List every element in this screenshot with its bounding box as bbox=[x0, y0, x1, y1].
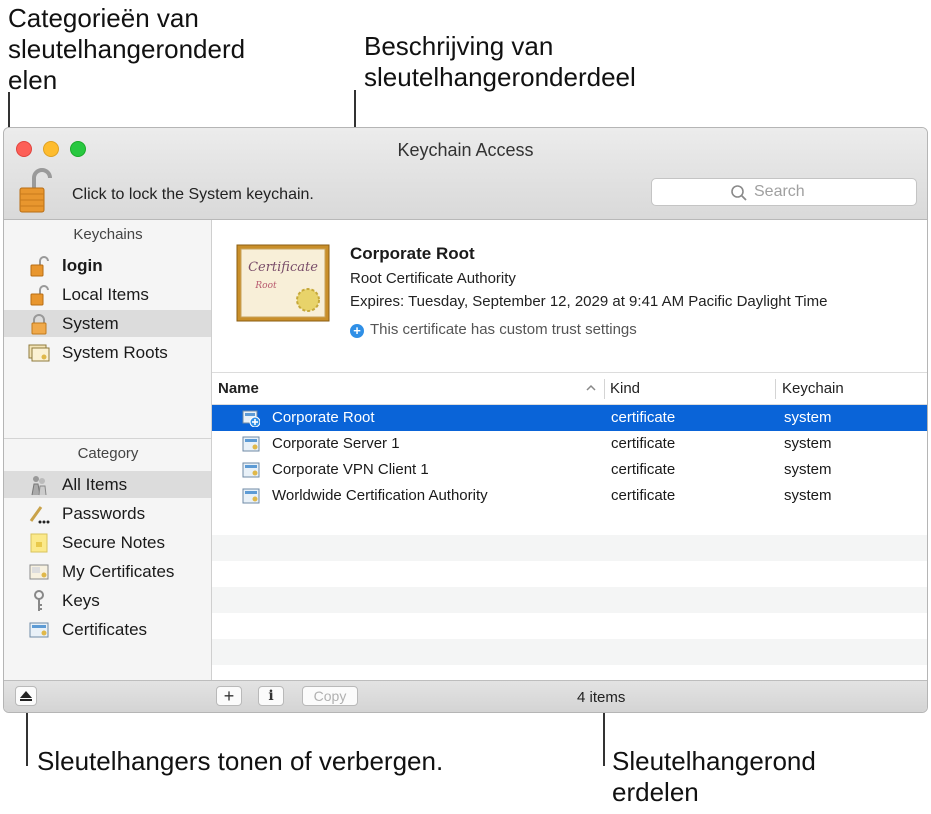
unlocked-padlock-icon bbox=[30, 285, 49, 306]
empty-row bbox=[212, 535, 927, 561]
callout-description: Beschrijving van sleutelhangeronderdeel bbox=[364, 31, 636, 92]
column-separator[interactable] bbox=[604, 379, 605, 399]
column-header-keychain[interactable]: Keychain bbox=[782, 380, 844, 397]
certificate-person-icon bbox=[29, 564, 49, 580]
key-icon bbox=[34, 590, 44, 611]
cell-keychain: system bbox=[784, 409, 832, 426]
sidebar-item-label: Certificates bbox=[62, 620, 148, 639]
sidebar-item-label: Secure Notes bbox=[62, 533, 165, 552]
toggle-keychains-button[interactable] bbox=[15, 686, 37, 706]
sidebar-item-local-items[interactable]: Local Items bbox=[4, 281, 211, 308]
cell-kind: certificate bbox=[611, 461, 676, 478]
items-table: Name Kind Keychain Corporate Root certif… bbox=[212, 372, 927, 680]
note-icon bbox=[30, 533, 48, 553]
cell-keychain: system bbox=[784, 435, 832, 452]
sidebar-item-label: System Roots bbox=[62, 343, 168, 362]
sidebar-item-label: All Items bbox=[62, 475, 128, 494]
unlocked-padlock-icon bbox=[30, 256, 49, 277]
sidebar-item-all-items[interactable]: All Items bbox=[4, 471, 211, 498]
sidebar-item-label: System bbox=[62, 314, 119, 333]
certificate-sub: Root bbox=[254, 281, 277, 291]
column-separator[interactable] bbox=[775, 379, 776, 399]
cell-kind: certificate bbox=[611, 409, 676, 426]
item-description-panel: Certificate Root Corporate Root Root Cer… bbox=[212, 220, 927, 372]
sidebar-item-label: My Certificates bbox=[62, 562, 175, 581]
trust-note: + This certificate has custom trust setti… bbox=[350, 321, 637, 338]
empty-row bbox=[212, 639, 927, 665]
certificate-icon bbox=[29, 622, 49, 638]
unlocked-padlock-icon[interactable] bbox=[18, 166, 54, 214]
eject-icon bbox=[20, 691, 32, 701]
table-row[interactable]: Corporate Server 1 certificate system bbox=[212, 431, 927, 457]
table-header: Name Kind Keychain bbox=[212, 372, 927, 405]
callout-line-toggle bbox=[26, 712, 28, 766]
empty-row bbox=[212, 587, 927, 613]
certificate-script: Certificate bbox=[248, 260, 318, 275]
search-icon bbox=[731, 185, 747, 201]
certificate-icon bbox=[242, 462, 260, 478]
sidebar-item-certificates[interactable]: Certificates bbox=[4, 616, 211, 643]
lock-status-text: Click to lock the System keychain. bbox=[72, 186, 314, 203]
sidebar-item-label: Passwords bbox=[62, 504, 146, 523]
sidebar: Keychains login Local Items System Syste… bbox=[4, 220, 212, 680]
certificate-icon bbox=[242, 436, 260, 452]
keychain-access-window: Keychain Access Click to lock the System… bbox=[3, 127, 928, 713]
search-field[interactable]: Search bbox=[651, 178, 917, 206]
cell-keychain: system bbox=[784, 487, 832, 504]
title-bar: Keychain Access Click to lock the System… bbox=[4, 128, 927, 220]
sidebar-item-system-roots[interactable]: System Roots bbox=[4, 339, 211, 366]
search-placeholder: Search bbox=[754, 183, 805, 200]
column-header-name[interactable]: Name bbox=[218, 380, 259, 397]
copy-button[interactable]: Copy bbox=[302, 686, 358, 706]
callout-toggle: Sleutelhangers tonen of verbergen. bbox=[37, 746, 444, 776]
keychains-header: Keychains bbox=[73, 226, 143, 243]
certificate-large-icon: Certificate Root bbox=[236, 244, 330, 322]
people-keys-icon bbox=[31, 476, 47, 496]
sidebar-item-label: login bbox=[62, 256, 103, 275]
cell-name: Worldwide Certification Authority bbox=[272, 487, 488, 504]
sidebar-item-my-certificates[interactable]: My Certificates bbox=[4, 558, 211, 585]
item-name: Corporate Root bbox=[350, 244, 475, 263]
callout-items: Sleutelhangerond erdelen bbox=[612, 746, 816, 807]
cell-kind: certificate bbox=[611, 487, 676, 504]
cell-name: Corporate Server 1 bbox=[272, 435, 400, 452]
item-count: 4 items bbox=[577, 689, 626, 706]
window-title: Keychain Access bbox=[397, 140, 534, 160]
cell-name: Corporate VPN Client 1 bbox=[272, 461, 429, 478]
sidebar-item-label: Keys bbox=[62, 591, 100, 610]
get-info-button[interactable]: i bbox=[258, 686, 284, 706]
sidebar-item-secure-notes[interactable]: Secure Notes bbox=[4, 529, 211, 556]
category-header: Category bbox=[77, 445, 139, 462]
callout-categories: Categorieën van sleutelhangeronderd elen bbox=[8, 3, 246, 95]
pen-dots-icon bbox=[29, 506, 50, 524]
sidebar-item-passwords[interactable]: Passwords bbox=[4, 500, 211, 527]
cell-keychain: system bbox=[784, 461, 832, 478]
table-row[interactable]: Corporate VPN Client 1 certificate syste… bbox=[212, 457, 927, 483]
item-expiration: Expires: Tuesday, September 12, 2029 at … bbox=[350, 293, 828, 310]
sidebar-item-system[interactable]: System bbox=[4, 310, 211, 337]
sort-ascending-icon bbox=[586, 384, 596, 391]
sidebar-item-label: Local Items bbox=[62, 285, 149, 304]
plus-circle-icon: + bbox=[350, 324, 364, 338]
item-type: Root Certificate Authority bbox=[350, 270, 516, 287]
callout-line-items bbox=[603, 712, 605, 766]
sidebar-divider bbox=[4, 438, 211, 439]
cell-kind: certificate bbox=[611, 435, 676, 452]
table-row[interactable]: Worldwide Certification Authority certif… bbox=[212, 483, 927, 509]
table-row[interactable]: Corporate Root certificate system bbox=[212, 405, 927, 431]
certificate-folder-icon bbox=[28, 344, 50, 362]
cell-name: Corporate Root bbox=[272, 409, 375, 426]
certificate-root-icon bbox=[242, 410, 260, 427]
padlock-icon bbox=[31, 314, 47, 335]
bottom-bar: + i Copy 4 items bbox=[4, 680, 927, 712]
sidebar-item-login[interactable]: login bbox=[4, 252, 211, 279]
add-item-button[interactable]: + bbox=[216, 686, 242, 706]
column-header-kind[interactable]: Kind bbox=[610, 380, 640, 397]
certificate-icon bbox=[242, 488, 260, 504]
sidebar-item-keys[interactable]: Keys bbox=[4, 587, 211, 614]
